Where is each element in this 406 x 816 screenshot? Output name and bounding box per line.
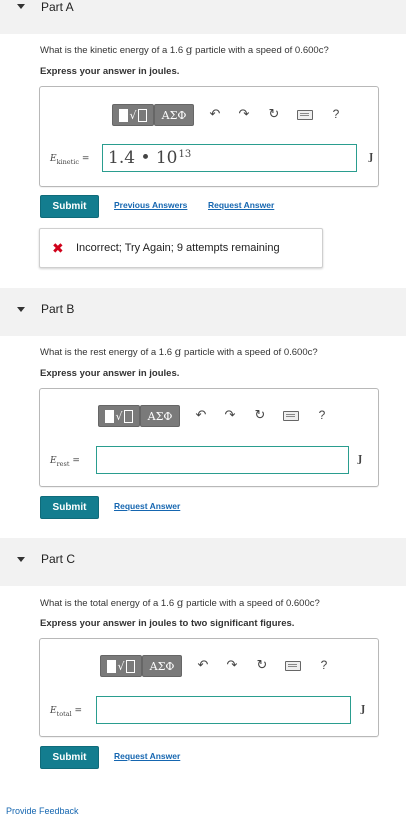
undo-icon[interactable]: ↶ bbox=[193, 405, 209, 425]
part-a-request-answer-link[interactable]: Request Answer bbox=[208, 200, 274, 210]
part-a-question: What is the kinetic energy of a 1.6 g pa… bbox=[40, 44, 329, 56]
part-a-answer-box: √ ΑΣΦ ↶ ↷ ↻ ? Ekinetic = 1.4 • 10 13 J bbox=[39, 86, 379, 187]
math-toolbar: √ ΑΣΦ ↶ ↷ ↻ ? bbox=[100, 655, 360, 677]
redo-icon[interactable]: ↷ bbox=[222, 405, 238, 425]
part-c-variable-label: Etotal = bbox=[50, 706, 83, 718]
reset-icon[interactable]: ↻ bbox=[252, 405, 268, 425]
part-a-instruction: Express your answer in joules. bbox=[40, 66, 180, 77]
redo-icon[interactable]: ↷ bbox=[236, 104, 252, 124]
part-b-answer-box: √ ΑΣΦ ↶ ↷ ↻ ? Erest = J bbox=[39, 388, 379, 487]
help-icon[interactable]: ? bbox=[328, 104, 344, 124]
template-button[interactable]: √ bbox=[98, 405, 140, 427]
feedback-message: Incorrect; Try Again; 9 attempts remaini… bbox=[76, 242, 280, 254]
part-b-title: Part B bbox=[41, 302, 75, 316]
part-c-answer-input[interactable] bbox=[96, 696, 351, 724]
part-a-header[interactable]: Part A bbox=[0, 0, 406, 34]
part-a-title: Part A bbox=[41, 0, 74, 14]
error-x-icon: ✖ bbox=[52, 240, 64, 256]
part-c-title: Part C bbox=[41, 552, 76, 566]
part-b-instruction: Express your answer in joules. bbox=[40, 368, 180, 379]
incorrect-feedback: ✖ Incorrect; Try Again; 9 attempts remai… bbox=[39, 228, 323, 268]
greek-symbols-button[interactable]: ΑΣΦ bbox=[142, 655, 182, 677]
greek-symbols-button[interactable]: ΑΣΦ bbox=[140, 405, 180, 427]
part-c-answer-box: √ ΑΣΦ ↶ ↷ ↻ ? Etotal = J bbox=[39, 638, 379, 737]
keyboard-icon[interactable] bbox=[297, 110, 313, 120]
part-c-question: What is the total energy of a 1.6 g part… bbox=[40, 597, 320, 609]
redo-icon[interactable]: ↷ bbox=[224, 655, 240, 675]
greek-symbols-button[interactable]: ΑΣΦ bbox=[154, 104, 194, 126]
template-button[interactable]: √ bbox=[112, 104, 154, 126]
keyboard-icon[interactable] bbox=[283, 411, 299, 421]
math-toolbar: √ ΑΣΦ ↶ ↷ ↻ ? bbox=[98, 405, 358, 427]
reset-icon[interactable]: ↻ bbox=[266, 104, 282, 124]
help-icon[interactable]: ? bbox=[316, 655, 332, 675]
part-b-submit-button[interactable]: Submit bbox=[40, 496, 99, 519]
template-icon bbox=[105, 409, 115, 423]
part-b-answer-input[interactable] bbox=[96, 446, 349, 474]
part-c-instruction: Express your answer in joules to two sig… bbox=[40, 618, 295, 629]
part-a-submit-button[interactable]: Submit bbox=[40, 195, 99, 218]
part-b-header[interactable]: Part B bbox=[0, 288, 406, 336]
collapse-caret-icon[interactable] bbox=[17, 307, 25, 312]
undo-icon[interactable]: ↶ bbox=[195, 655, 211, 675]
reset-icon[interactable]: ↻ bbox=[254, 655, 270, 675]
keyboard-icon[interactable] bbox=[285, 661, 301, 671]
part-c-unit: J bbox=[361, 705, 366, 715]
template-icon bbox=[107, 659, 117, 673]
template-icon bbox=[119, 108, 129, 122]
part-a-answer-input[interactable]: 1.4 • 10 13 bbox=[102, 144, 357, 172]
part-a-variable-label: Ekinetic = bbox=[50, 154, 90, 166]
part-b-unit: J bbox=[358, 455, 363, 465]
help-icon[interactable]: ? bbox=[314, 405, 330, 425]
part-c-request-answer-link[interactable]: Request Answer bbox=[114, 751, 180, 761]
part-a-unit: J bbox=[369, 153, 374, 163]
previous-answers-link[interactable]: Previous Answers bbox=[114, 200, 187, 210]
part-c-header[interactable]: Part C bbox=[0, 538, 406, 586]
part-b-question: What is the rest energy of a 1.6 g parti… bbox=[40, 346, 318, 358]
part-c-submit-button[interactable]: Submit bbox=[40, 746, 99, 769]
provide-feedback-link[interactable]: Provide Feedback bbox=[6, 806, 79, 816]
collapse-caret-icon[interactable] bbox=[17, 4, 25, 9]
undo-icon[interactable]: ↶ bbox=[207, 104, 223, 124]
part-b-variable-label: Erest = bbox=[50, 456, 80, 468]
part-b-request-answer-link[interactable]: Request Answer bbox=[114, 501, 180, 511]
math-toolbar: √ ΑΣΦ ↶ ↷ ↻ ? bbox=[112, 104, 372, 126]
collapse-caret-icon[interactable] bbox=[17, 557, 25, 562]
template-button[interactable]: √ bbox=[100, 655, 142, 677]
